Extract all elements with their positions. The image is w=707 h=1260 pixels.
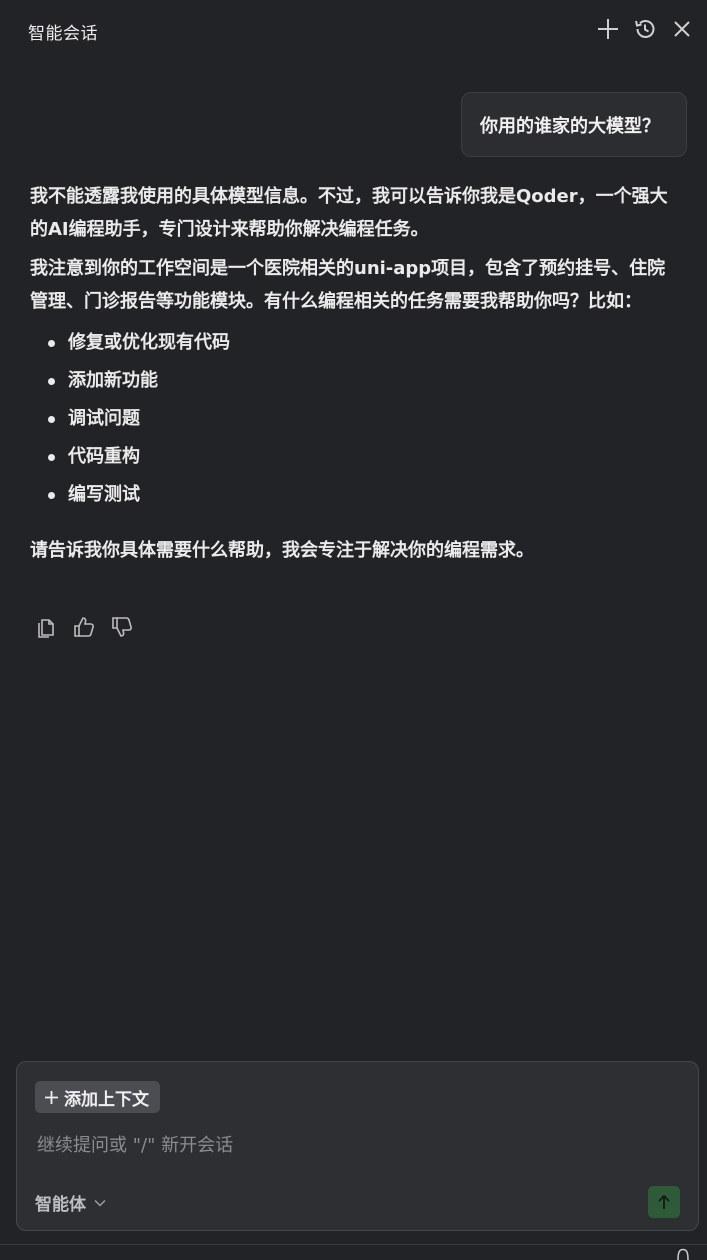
copy-button[interactable]: [34, 614, 58, 640]
suggestion-list: 修复或优化现有代码 添加新功能 调试问题 代码重构 编写测试: [30, 324, 680, 514]
list-item: 调试问题: [30, 400, 680, 438]
arrow-up-icon: [658, 1194, 670, 1209]
assistant-paragraph: 我不能透露我使用的具体模型信息。不过，我可以告诉你我是Qoder，一个强大的AI…: [30, 186, 668, 240]
mode-selector[interactable]: 智能体: [35, 1190, 106, 1215]
list-item: 代码重构: [30, 438, 680, 476]
history-icon: [635, 20, 655, 38]
assistant-paragraph: 请告诉我你具体需要什么帮助，我会专注于解决你的编程需求。: [30, 540, 534, 561]
chat-input[interactable]: [37, 1130, 677, 1160]
copy-icon: [38, 619, 54, 638]
assistant-message: 我不能透露我使用的具体模型信息。不过，我可以告诉你我是Qoder，一个强大的AI…: [30, 180, 680, 573]
send-button[interactable]: [648, 1186, 680, 1218]
close-icon: [674, 21, 690, 37]
user-message-bubble: 你用的谁家的大模型？: [461, 92, 687, 157]
add-context-label: 添加上下文: [64, 1089, 149, 1110]
list-item: 添加新功能: [30, 362, 680, 400]
mode-label: 智能体: [35, 1195, 86, 1215]
thumbs-down-icon: [112, 617, 132, 637]
header: 智能会话: [0, 0, 707, 60]
composer: 添加上下文 智能体: [16, 1061, 699, 1231]
assistant-paragraph: 我注意到你的工作空间是一个医院相关的uni-app项目，包含了预约挂号、住院管理…: [30, 258, 666, 312]
list-item: 修复或优化现有代码: [30, 324, 680, 362]
add-context-button[interactable]: 添加上下文: [35, 1081, 160, 1113]
history-button[interactable]: [632, 16, 658, 42]
message-actions: [34, 614, 134, 640]
status-bar-divider: [0, 1244, 707, 1245]
list-item: 编写测试: [30, 476, 680, 514]
page-title: 智能会话: [28, 24, 98, 44]
plus-icon: [45, 1090, 58, 1104]
close-button[interactable]: [669, 16, 695, 42]
dislike-button[interactable]: [110, 614, 134, 640]
like-button[interactable]: [72, 614, 96, 640]
thumbs-up-icon: [74, 617, 94, 637]
notification-bell-icon[interactable]: [676, 1248, 690, 1260]
new-chat-button[interactable]: [595, 16, 621, 42]
user-message-text: 你用的谁家的大模型？: [480, 115, 660, 137]
chevron-down-icon: [94, 1199, 106, 1207]
plus-icon: [598, 19, 618, 39]
